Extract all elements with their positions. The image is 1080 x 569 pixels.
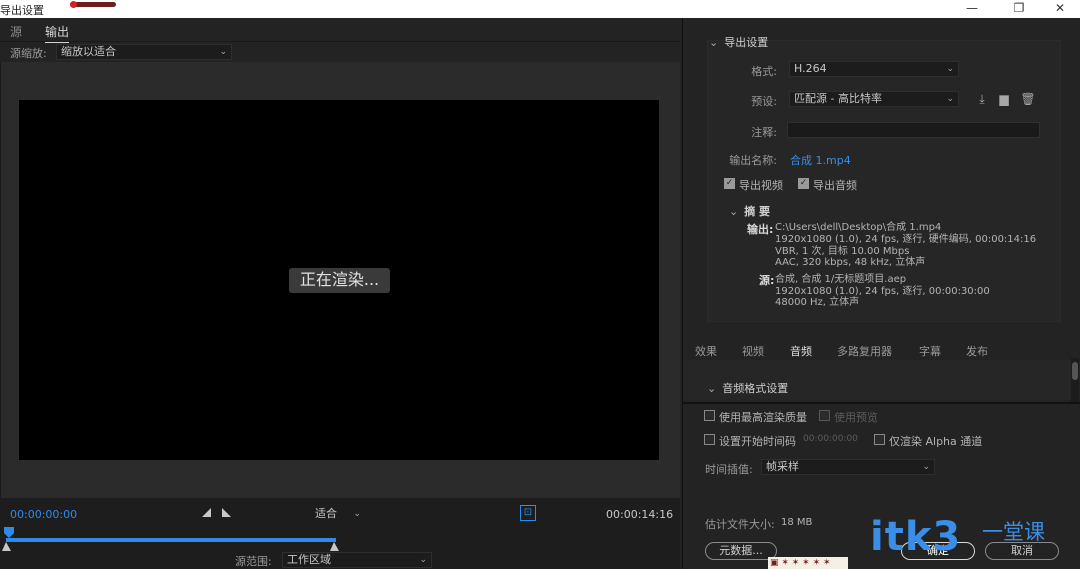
export-video-label: 导出视频 [739, 179, 783, 192]
set-in-point-icon[interactable] [202, 508, 212, 518]
tab-video[interactable]: 视频 [742, 343, 764, 359]
source-range-label: 源范围: [235, 555, 272, 568]
audio-format-header[interactable]: ⌄ 音频格式设置 [707, 380, 788, 396]
source-range-value: 工作区域 [287, 553, 331, 566]
out-point-marker-icon[interactable] [330, 542, 339, 551]
start-timecode-checkbox[interactable] [704, 434, 715, 445]
summary-output-key: 输出: [747, 223, 774, 236]
chevron-down-icon: ⌄ [729, 205, 739, 218]
rendering-status: 正在渲染... [289, 268, 390, 293]
max-quality-label: 使用最高渲染质量 [719, 411, 807, 424]
chevron-down-icon: ⌄ [353, 509, 361, 519]
est-size-label: 估计文件大小: [705, 518, 775, 531]
est-size-value: 18 MB [781, 517, 813, 528]
aspect-toggle-icon[interactable]: ⊡ [520, 505, 536, 521]
source-scale-dropdown[interactable]: 缩放以适合 ⌄ [56, 44, 232, 60]
settings-panel: ⌄ 导出设置 格式: H.264 ⌄ 预设: 匹配源 - 高比特率 ⌄ ⤓ ▆ 🗑… [682, 18, 1080, 569]
red-indicator-icon [70, 1, 116, 8]
tab-source[interactable]: 源 [10, 23, 22, 40]
use-preview-label: 使用预览 [834, 411, 878, 424]
preset-dropdown[interactable]: 匹配源 - 高比特率 ⌄ [789, 91, 959, 107]
zoom-value: 适合 [315, 507, 337, 520]
preset-value: 匹配源 - 高比特率 [794, 92, 882, 105]
chevron-down-icon: ⌄ [946, 94, 954, 104]
preview-tabs: 源 输出 [0, 18, 680, 43]
summary-output-line: VBR, 1 次, 目标 10.00 Mbps [775, 246, 910, 257]
preview-area: 正在渲染... [0, 62, 680, 498]
time-interp-dropdown[interactable]: 帧采样 ⌄ [761, 459, 935, 475]
tab-output[interactable]: 输出 [45, 23, 70, 43]
window-title: 导出设置 [0, 4, 44, 17]
chevron-down-icon: ⌄ [707, 382, 717, 395]
chevron-down-icon: ⌄ [219, 47, 227, 57]
summary-output-line: C:\Users\dell\Desktop\合成 1.mp4 [775, 222, 942, 233]
max-quality-checkbox[interactable] [704, 410, 715, 421]
summary-source-line: 合成, 合成 1/无标题项目.aep [775, 274, 907, 285]
timeline-bar[interactable] [6, 538, 336, 542]
export-audio-checkbox[interactable]: ✓ [798, 178, 809, 189]
import-preset-icon[interactable]: ▆ [996, 92, 1012, 106]
close-button[interactable]: ✕ [1038, 0, 1080, 18]
output-name-link[interactable]: 合成 1.mp4 [790, 152, 851, 168]
watermark-text: itk3 [870, 514, 962, 560]
chevron-down-icon: ⌄ [946, 64, 954, 74]
current-timecode[interactable]: 00:00:00:00 [10, 508, 77, 521]
save-preset-icon[interactable]: ⤓ [974, 92, 990, 106]
start-timecode-label: 设置开始时间码 [719, 435, 796, 448]
tab-publish[interactable]: 发布 [966, 343, 988, 359]
in-point-marker-icon[interactable] [2, 542, 11, 551]
zoom-dropdown[interactable]: 适合 ⌄ [310, 506, 366, 522]
delete-preset-icon[interactable]: 🗑 [1020, 92, 1036, 106]
summary-source-line: 48000 Hz, 立体声 [775, 297, 860, 308]
video-preview: 正在渲染... [19, 100, 659, 460]
preview-panel: 源 输出 源缩放: 缩放以适合 ⌄ 正在渲染... [0, 18, 680, 569]
duration-timecode: 00:00:14:16 [606, 508, 674, 521]
metadata-button[interactable]: 元数据... [705, 542, 777, 560]
source-scale-value: 缩放以适合 [61, 45, 116, 58]
set-out-point-icon[interactable] [222, 508, 232, 518]
source-scale-label: 源缩放: [10, 47, 47, 60]
summary-output-line: AAC, 320 kbps, 48 kHz, 立体声 [775, 257, 926, 268]
watermark-cn: 一堂课 [982, 520, 1045, 544]
comment-label: 注释: [751, 126, 777, 139]
time-interp-value: 帧采样 [766, 460, 799, 473]
summary-output-line: 1920x1080 (1.0), 24 fps, 逐行, 硬件编码, 00:00… [775, 234, 1037, 245]
preset-label: 预设: [751, 95, 777, 108]
format-dropdown[interactable]: H.264 ⌄ [789, 61, 959, 77]
stamp-logo: ▣ ✶ ✶ ✶ ✶ ✶ [768, 557, 848, 569]
tab-multiplexer[interactable]: 多路复用器 [837, 343, 892, 359]
chevron-down-icon: ⌄ [922, 462, 930, 472]
time-interp-label: 时间插值: [705, 463, 753, 476]
format-label: 格式: [751, 65, 777, 78]
chevron-down-icon: ⌄ [419, 555, 427, 565]
audio-settings-area: ⌄ 音频格式设置 [683, 360, 1073, 400]
export-video-checkbox[interactable]: ✓ [724, 178, 735, 189]
alpha-only-label: 仅渲染 Alpha 通道 [889, 435, 983, 448]
tab-captions[interactable]: 字幕 [919, 343, 941, 359]
source-scale-row: 源缩放: 缩放以适合 ⌄ [0, 42, 680, 62]
chevron-down-icon: ⌄ [709, 36, 719, 49]
format-value: H.264 [794, 62, 827, 75]
tab-effects[interactable]: 效果 [695, 343, 717, 359]
scrollbar-thumb[interactable] [1072, 362, 1078, 380]
export-audio-label: 导出音频 [813, 179, 857, 192]
maximize-button[interactable]: ❐ [997, 0, 1041, 18]
comment-input[interactable] [787, 122, 1040, 138]
alpha-only-checkbox[interactable] [874, 434, 885, 445]
output-name-label: 输出名称: [729, 154, 777, 167]
use-preview-checkbox[interactable] [819, 410, 830, 421]
source-range-dropdown[interactable]: 工作区域 ⌄ [282, 552, 432, 568]
settings-tabs: 效果 视频 音频 多路复用器 字幕 发布 [683, 338, 1080, 362]
summary-header[interactable]: ⌄ 摘 要 [729, 203, 770, 219]
panel-divider [683, 402, 1080, 404]
start-timecode-value: 00:00:00:00 [803, 434, 858, 444]
minimize-button[interactable]: — [950, 0, 994, 18]
watermark-logo: itk3 一堂课 [870, 514, 1070, 564]
export-settings-header[interactable]: ⌄ 导出设置 [709, 34, 768, 50]
title-bar: 导出设置 — ❐ ✕ [0, 0, 1080, 18]
summary-source-key: 源: [759, 274, 775, 287]
summary-source-line: 1920x1080 (1.0), 24 fps, 逐行, 00:00:30:00 [775, 286, 990, 297]
settings-scrollbar[interactable] [1071, 358, 1079, 402]
